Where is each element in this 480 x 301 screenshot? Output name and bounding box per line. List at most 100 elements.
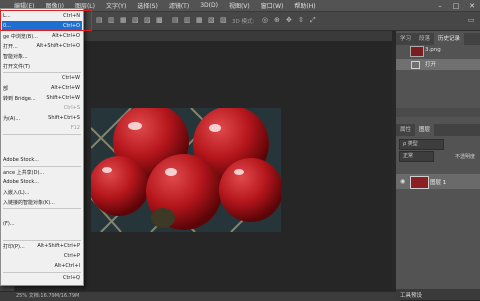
align-top-icon[interactable]: ▧ [132,16,139,24]
align-middle-icon[interactable]: ▨ [144,16,151,24]
file-menu-item[interactable]: ance 上共享(D)... [2,167,82,177]
window-controls: – □ ✕ [432,0,480,11]
file-menu-item-label: 部 [3,86,9,92]
file-menu-item[interactable]: Ctrl+W [2,73,82,83]
minimize-button[interactable]: – [432,2,448,10]
file-menu-item[interactable]: Alt+Ctrl+I [2,261,82,271]
3d-roll-icon[interactable]: ⊕ [274,16,280,24]
file-menu-item-shortcut: Ctrl+S [63,105,80,111]
file-menu-item-label: Adobe Stock... [3,157,40,163]
file-menu-item-shortcut: Ctrl+Q [62,275,80,281]
tab-layers[interactable]: 图层 [415,124,435,136]
file-menu-item-shortcut: Alt+Ctrl+O [52,33,80,39]
file-menu-item[interactable]: 入嵌入(L)... [2,187,82,197]
file-menu-item-label: 打开文件(T) [3,64,30,70]
file-menu-item-shortcut: Shift+Ctrl+W [46,95,80,101]
layer-thumbnail [410,176,429,189]
file-menu-item-label: (F)... [3,221,15,227]
file-menu-item[interactable]: 打开... Alt+Shift+Ctrl+O [2,41,82,51]
file-menu-item[interactable]: 打开文件(T) [2,61,82,71]
layer-filter-select[interactable]: ρ 类型 [399,139,444,150]
3d-scale-icon[interactable]: ⤢ [310,16,316,25]
3d-mode-label: 3D 模式: [232,19,255,25]
file-menu-item-label: 打印(P)... [3,244,25,250]
file-menu-item[interactable]: F12 [2,123,82,133]
file-menu-item-shortcut: Alt+Ctrl+W [51,85,80,91]
layer-name: 图层 1 [430,180,447,186]
file-menu-item-label: 为(A)... [3,116,21,122]
file-menu-item[interactable]: Ctrl+Q [2,273,82,283]
history-panel-footer [396,108,480,117]
tool-presets-label[interactable]: 工具预设 [400,291,422,299]
layers-panel-tabs: 属性 图层 [396,124,480,136]
file-menu-item[interactable]: Adobe Stock... [2,177,82,187]
tab-properties[interactable]: 属性 [396,124,415,136]
3d-pan-icon[interactable]: ✥ [286,16,292,24]
file-menu-item-shortcut: Alt+Shift+Ctrl+P [37,243,80,249]
file-menu-item[interactable]: Adobe Stock... [2,155,82,165]
distribute-right-icon[interactable]: ▨ [220,16,227,24]
tab-learn[interactable]: 学习 [396,33,415,45]
file-menu-item[interactable] [2,209,82,219]
align-bottom-icon[interactable]: ▩ [156,16,163,24]
file-menu-item-label: Adobe Stock... [3,179,40,185]
file-menu-item-shortcut: Alt+Shift+Ctrl+O [36,43,80,49]
file-menu-item-shortcut: Alt+Ctrl+I [54,263,80,269]
history-step-row[interactable] [396,59,480,70]
file-menu-item[interactable] [2,145,82,155]
distribute-bottom-icon[interactable]: ▦ [196,16,203,24]
blend-mode-select[interactable]: 正常 [399,151,434,162]
file-menu-item-label: 打开... [3,44,18,50]
menu-3d[interactable]: 3D(D) [200,2,218,9]
menu-type[interactable]: 文字(Y) [106,1,126,10]
align-right-icon[interactable]: ▦ [120,16,127,24]
file-menu-item[interactable] [2,229,82,239]
distribute-top-icon[interactable]: ▤ [172,16,179,24]
history-snapshot-thumbnail [410,46,424,57]
file-menu-item[interactable]: 打印(P)... Alt+Shift+Ctrl+P [2,241,82,251]
file-menu-item-label: 转到 Bridge... [3,96,36,102]
history-snapshot-name: 3.png [425,47,441,53]
file-menu-item-label: 入链接的智能对象(K)... [3,200,55,206]
file-menu-item[interactable]: 转到 Bridge... Shift+Ctrl+W [2,93,82,103]
file-menu-item[interactable]: (F)... [2,219,82,229]
3d-slide-icon[interactable]: ⇳ [298,16,304,24]
right-panel-dock [396,31,480,300]
opacity-label: 不透明度 [455,154,476,160]
file-menu-item[interactable]: 为(A)... Shift+Ctrl+S [2,113,82,123]
zoom-readout: 25% 文档:16.79M/16.79M [16,293,80,299]
file-menu-item[interactable]: ge 中浏览(B)... Alt+Ctrl+O [2,31,82,41]
tab-paragraph[interactable]: 段落 [415,33,434,45]
align-center-icon[interactable]: ▥ [108,16,115,24]
file-menu-item-label: ge 中浏览(B)... [3,34,38,40]
history-panel-tabs: 学习 段落 历史记录 [396,33,480,45]
visibility-eye-icon[interactable]: ◉ [400,178,405,185]
distribute-middle-icon[interactable]: ▥ [184,16,191,24]
file-menu-item[interactable]: Ctrl+P [2,251,82,261]
menu-help[interactable]: 帮助(H) [294,1,315,10]
history-step-name: 打开 [425,62,437,68]
file-menu-item[interactable] [2,135,82,145]
file-menu-item[interactable]: 智能对象... [2,51,82,61]
document-tab-bar [82,31,392,41]
align-left-icon[interactable]: ▤ [96,16,103,24]
file-menu-item-shortcut: F12 [70,125,80,131]
menu-filter[interactable]: 滤镜(T) [169,1,189,10]
canvas-image[interactable] [91,108,281,232]
menu-select[interactable]: 选择(S) [137,1,158,10]
maximize-button[interactable]: □ [448,2,464,10]
file-menu-item[interactable]: Ctrl+S [2,103,82,113]
close-button[interactable]: ✕ [464,2,480,10]
highlight-annotation-box [0,10,92,31]
history-step-icon [411,61,420,69]
menu-window[interactable]: 窗口(W) [261,1,284,10]
3d-rotate-icon[interactable]: ◎ [262,16,268,24]
file-menu-item[interactable]: 部 Alt+Ctrl+W [2,83,82,93]
tab-history[interactable]: 历史记录 [434,33,465,45]
workspace-icon[interactable]: ▭ [468,16,475,24]
file-menu-item-shortcut: Ctrl+P [63,253,80,259]
menu-view[interactable]: 视图(V) [229,1,250,10]
file-menu-item[interactable]: 入链接的智能对象(K)... [2,197,82,207]
distribute-left-icon[interactable]: ▧ [208,16,215,24]
fruit-photo [91,108,281,232]
